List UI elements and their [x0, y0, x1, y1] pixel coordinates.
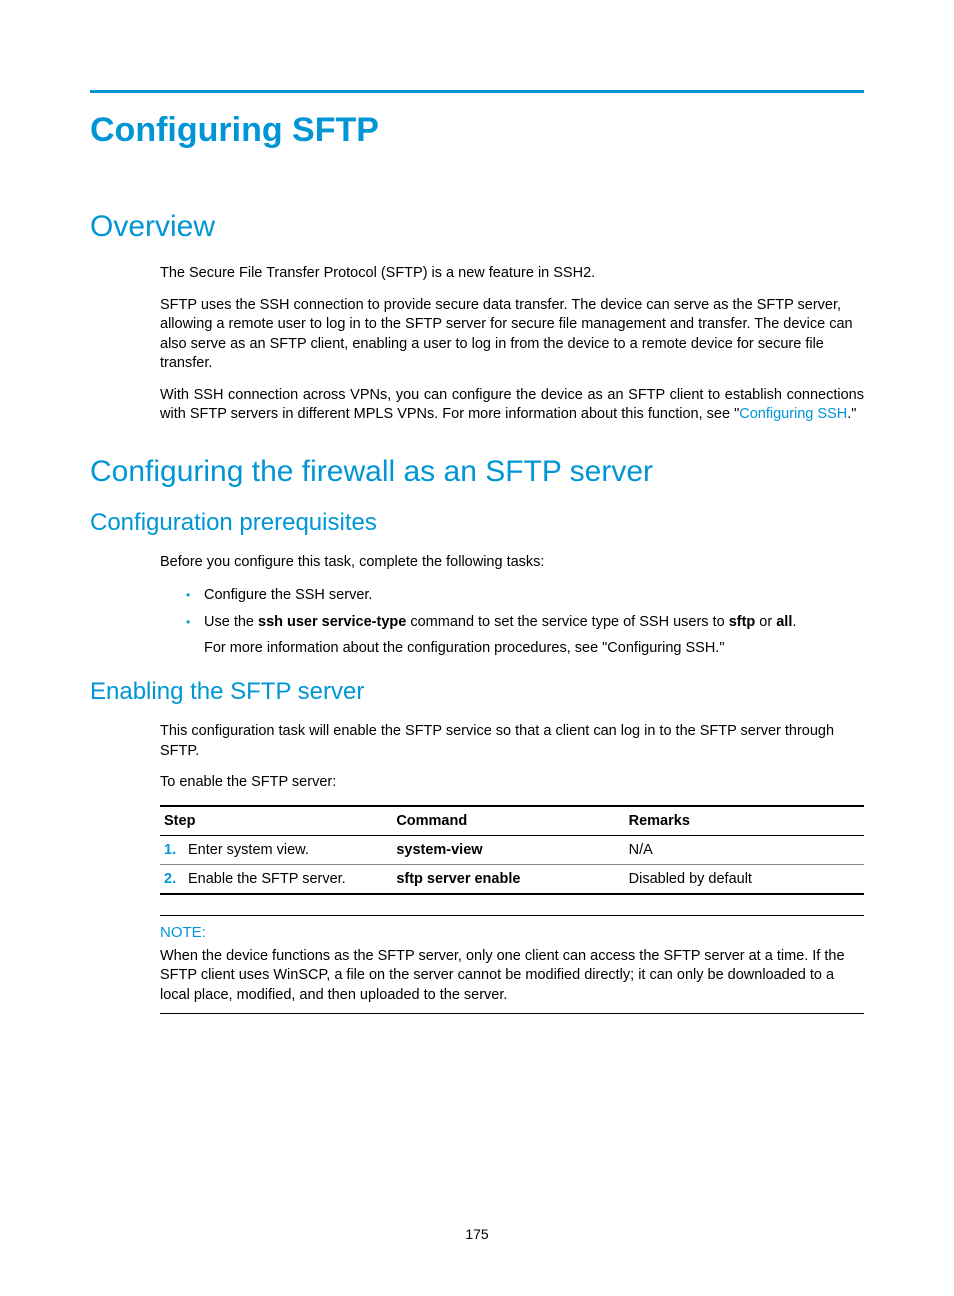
th-command: Command: [392, 806, 624, 836]
top-rule: [90, 90, 864, 93]
b2-sftp: sftp: [729, 614, 756, 630]
cell-rem-1: N/A: [625, 835, 864, 864]
overview-p3: With SSH connection across VPNs, you can…: [160, 386, 864, 425]
note-box: NOTE: When the device functions as the S…: [160, 915, 864, 1015]
subsection-enable-heading: Enabling the SFTP server: [90, 678, 864, 706]
b2-b: command to set the service type of SSH u…: [406, 614, 728, 630]
note-text: When the device functions as the SFTP se…: [160, 947, 864, 1006]
table-row: 1.Enter system view. system-view N/A: [160, 835, 864, 864]
step-num-2: 2.: [164, 871, 188, 887]
b2-or: or: [755, 614, 776, 630]
section-overview-heading: Overview: [90, 210, 864, 244]
overview-p1: The Secure File Transfer Protocol (SFTP)…: [160, 264, 864, 284]
enable-p1: This configuration task will enable the …: [160, 722, 864, 761]
b2-sub: For more information about the configura…: [204, 639, 864, 659]
b2-cmd: ssh user service-type: [258, 614, 406, 630]
note-label: NOTE:: [160, 924, 864, 941]
cell-step-1: 1.Enter system view.: [160, 835, 392, 864]
b2-a: Use the: [204, 614, 258, 630]
table-header-row: Step Command Remarks: [160, 806, 864, 836]
prereq-intro: Before you configure this task, complete…: [160, 553, 864, 573]
cell-cmd-1: system-view: [392, 835, 624, 864]
cell-rem-2: Disabled by default: [625, 864, 864, 894]
step-num-1: 1.: [164, 842, 188, 858]
b2-all: all: [776, 614, 792, 630]
b2-c: .: [792, 614, 796, 630]
enable-p2: To enable the SFTP server:: [160, 773, 864, 793]
subsection-prereq-heading: Configuration prerequisites: [90, 509, 864, 537]
overview-p3-b: .": [847, 406, 856, 422]
overview-p2: SFTP uses the SSH connection to provide …: [160, 296, 864, 374]
cell-cmd-2: sftp server enable: [392, 864, 624, 894]
cell-step-2: 2.Enable the SFTP server.: [160, 864, 392, 894]
th-remarks: Remarks: [625, 806, 864, 836]
section-firewall-heading: Configuring the firewall as an SFTP serv…: [90, 455, 864, 489]
prereq-list: Configure the SSH server. Use the ssh us…: [188, 585, 864, 659]
table-row: 2.Enable the SFTP server. sftp server en…: [160, 864, 864, 894]
page-number: 175: [0, 1226, 954, 1242]
configuring-ssh-link[interactable]: Configuring SSH: [739, 406, 847, 422]
step-text-2: Enable the SFTP server.: [188, 871, 346, 887]
step-text-1: Enter system view.: [188, 842, 309, 858]
enable-table: Step Command Remarks 1.Enter system view…: [160, 805, 864, 895]
page-title: Configuring SFTP: [90, 111, 864, 150]
prereq-bullet-1: Configure the SSH server.: [188, 585, 864, 606]
th-step: Step: [160, 806, 392, 836]
prereq-bullet-2: Use the ssh user service-type command to…: [188, 612, 864, 659]
